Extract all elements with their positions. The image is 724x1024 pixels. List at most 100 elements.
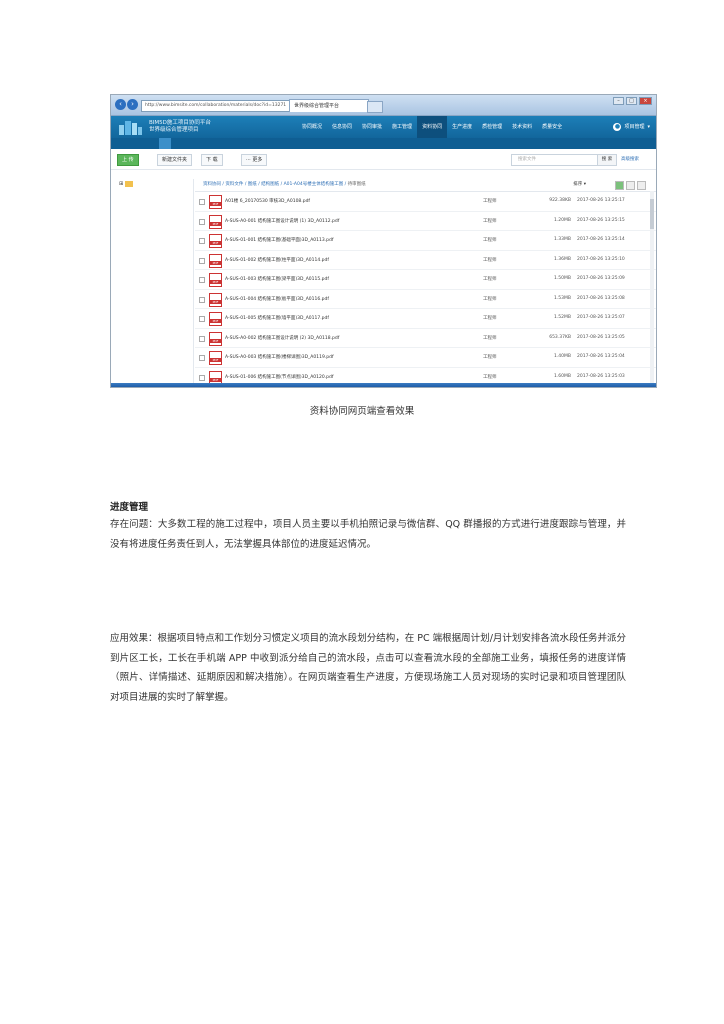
search-input[interactable]: 搜索文件 xyxy=(511,154,599,166)
building-logo-icon xyxy=(119,121,142,135)
row-checkbox[interactable] xyxy=(199,277,205,283)
file-name[interactable]: A-SUS-01-003 结构施工图(梁平面)3D_A0115.pdf xyxy=(225,276,329,282)
file-uploader: 工程师 xyxy=(483,335,497,341)
row-checkbox[interactable] xyxy=(199,218,205,225)
tree-item-root[interactable]: ⊞ xyxy=(119,181,135,187)
row-checkbox[interactable] xyxy=(199,374,205,381)
user-menu[interactable]: ● 项目管理 ▾ xyxy=(613,116,650,138)
os-taskbar xyxy=(111,383,656,387)
file-row[interactable]: A-SUS-01-004 结构施工图(板平面)3D_A0116.pdf 工程师 1.… xyxy=(195,290,656,309)
browser-tab[interactable]: 世界级综合管理平台 xyxy=(289,99,369,112)
refresh-icon[interactable] xyxy=(615,181,624,190)
app-title: BIM5D施工项目协同平台 世界级综合管理项目 xyxy=(149,120,211,134)
upload-button[interactable]: 上 传 xyxy=(117,154,139,166)
file-date: 2017-08-26 13:25:03 xyxy=(577,373,625,379)
sub-tabs xyxy=(111,138,656,149)
file-uploader: 工程师 xyxy=(483,277,497,282)
toolbar: 上 传 新建文件夹 下 载 ··· 更多 搜索文件 搜 索 高级搜索 xyxy=(111,149,656,170)
file-name[interactable]: A-SUS-01-002 结构施工图(柱平面)3D_A0114.pdf xyxy=(225,257,329,263)
breadcrumb-item[interactable]: 待审图纸 xyxy=(348,182,366,187)
scroll-thumb[interactable] xyxy=(650,199,654,229)
menu-item[interactable]: 质检管理 xyxy=(477,116,507,138)
file-size: 1.53MB xyxy=(554,295,571,301)
file-name[interactable]: A-SUS-01-005 结构施工图(墙平面)3D_A0117.pdf xyxy=(225,315,329,321)
advanced-search-link[interactable]: 高级搜索 xyxy=(621,156,639,162)
vertical-scrollbar[interactable] xyxy=(650,191,654,387)
file-row[interactable]: A-SUS-01-005 结构施工图(墙平面)3D_A0117.pdf 工程师 1.… xyxy=(195,309,656,329)
grid-view-icon[interactable] xyxy=(637,181,646,190)
file-date: 2017-08-26 13:25:15 xyxy=(577,217,625,223)
row-checkbox[interactable] xyxy=(199,316,205,322)
address-bar[interactable]: http://www.bimsite.com/collaboration/mat… xyxy=(141,100,290,112)
maximize-icon[interactable]: □ xyxy=(626,97,637,105)
file-row[interactable]: A-SUS-01-002 结构施工图(柱平面)3D_A0114.pdf 工程师 1.… xyxy=(195,251,656,270)
row-checkbox[interactable] xyxy=(199,257,205,264)
breadcrumb-item[interactable]: 图纸 xyxy=(248,182,257,187)
app-title-line2: 世界级综合管理项目 xyxy=(149,127,199,133)
close-icon[interactable]: × xyxy=(639,97,652,105)
expand-icon[interactable]: ⊞ xyxy=(119,181,123,187)
new-tab-button[interactable] xyxy=(367,101,383,113)
menu-item[interactable]: 协同概况 xyxy=(297,116,327,138)
user-icon: ● xyxy=(613,123,622,131)
file-name[interactable]: A-SUS-A0-001 结构施工图设计说明 (1) 3D_A0112.pdf xyxy=(225,218,339,224)
browser-bar: ‹ › http://www.bimsite.com/collaboration… xyxy=(111,95,656,116)
file-row[interactable]: A-SUS-01-001 结构施工图(基础平面)3D_A0113.pdf 工程师 1… xyxy=(195,231,656,251)
breadcrumb-item[interactable]: 资料协同 xyxy=(203,182,221,187)
window-controls: – □ × xyxy=(613,97,652,105)
menu-item[interactable]: 信息协同 xyxy=(327,116,357,138)
file-name[interactable]: A-SUS-A0-003 结构施工图(楼梯详图)3D_A0119.pdf xyxy=(225,354,334,360)
chevron-down-icon: ▾ xyxy=(647,124,650,130)
file-row[interactable]: A-SUS-A0-001 结构施工图设计说明 (1) 3D_A0112.pdf 工… xyxy=(195,212,656,231)
back-icon[interactable]: ‹ xyxy=(115,99,126,110)
minimize-icon[interactable]: – xyxy=(613,97,624,105)
menu-item[interactable]: 协同审批 xyxy=(357,116,387,138)
file-uploader: 工程师 xyxy=(483,296,497,302)
file-row[interactable]: A01楼 6_20170530 审核3D_A0108.pdf 工程师 922.38K… xyxy=(195,192,656,212)
file-uploader: 工程师 xyxy=(483,257,497,263)
user-name: 项目管理 xyxy=(624,124,645,130)
file-date: 2017-08-26 13:25:08 xyxy=(577,295,625,301)
menu-item[interactable]: 生产进度 xyxy=(447,116,477,138)
new-folder-button[interactable]: 新建文件夹 xyxy=(157,154,193,166)
menu-item[interactable]: 技术资料 xyxy=(507,116,537,138)
more-button[interactable]: ··· 更多 xyxy=(241,154,268,166)
file-row[interactable]: A-SUS-01-003 结构施工图(梁平面)3D_A0115.pdf 工程师 1.… xyxy=(195,270,656,290)
row-checkbox[interactable] xyxy=(199,296,205,303)
menu-item[interactable]: 质量安全 xyxy=(537,116,567,138)
tab-browse[interactable] xyxy=(159,138,171,149)
sort-dropdown[interactable]: 排序 ▾ xyxy=(573,179,586,191)
pdf-file-icon xyxy=(209,331,222,346)
file-uploader: 工程师 xyxy=(483,374,497,380)
breadcrumb-item[interactable]: 结构图纸 xyxy=(261,182,279,187)
row-checkbox[interactable] xyxy=(199,355,205,361)
file-name[interactable]: A01楼 6_20170530 审核3D_A0108.pdf xyxy=(225,198,310,204)
file-list-panel: 排序 ▾ 资料协同 / 资料文件 / 图纸 / 结构图纸 / A01-A04号楼… xyxy=(195,179,656,387)
menu-item[interactable]: 施工管理 xyxy=(387,116,417,138)
list-view-icon[interactable] xyxy=(626,181,635,190)
breadcrumb-item[interactable]: 资料文件 xyxy=(225,182,243,187)
paragraph-effect: 应用效果：根据项目特点和工作划分习惯定义项目的流水段划分结构，在 PC 端根据周… xyxy=(110,633,626,703)
file-name[interactable]: A-SUS-A0-002 结构施工图设计说明 (2) 3D_A0118.pdf xyxy=(225,335,339,341)
file-name[interactable]: A-SUS-01-004 结构施工图(板平面)3D_A0116.pdf xyxy=(225,296,329,302)
app-title-line1: BIM5D施工项目协同平台 xyxy=(149,120,211,126)
file-row[interactable]: A-SUS-A0-002 结构施工图设计说明 (2) 3D_A0118.pdf 工… xyxy=(195,329,656,348)
breadcrumb: 排序 ▾ 资料协同 / 资料文件 / 图纸 / 结构图纸 / A01-A04号楼… xyxy=(195,179,656,192)
row-checkbox[interactable] xyxy=(199,335,205,342)
tab-materials[interactable] xyxy=(115,138,127,149)
row-checkbox[interactable] xyxy=(199,199,205,205)
file-name[interactable]: A-SUS-01-006 结构施工图(节点详图)3D_A0120.pdf xyxy=(225,374,333,380)
pdf-file-icon xyxy=(209,214,222,229)
file-row[interactable]: A-SUS-A0-003 结构施工图(楼梯详图)3D_A0119.pdf 工程师 1… xyxy=(195,348,656,368)
row-checkbox[interactable] xyxy=(199,238,205,244)
forward-icon[interactable]: › xyxy=(127,99,138,110)
file-uploader: 工程师 xyxy=(483,218,497,224)
download-button[interactable]: 下 载 xyxy=(201,154,223,166)
breadcrumb-item[interactable]: A01-A04号楼主体结构施工图 xyxy=(284,182,344,187)
menu-item[interactable]: 资料协同 xyxy=(417,116,448,138)
file-size: 1.33MB xyxy=(554,237,571,242)
file-name[interactable]: A-SUS-01-001 结构施工图(基础平面)3D_A0113.pdf xyxy=(225,237,333,243)
file-date: 2017-08-26 13:25:05 xyxy=(577,334,625,340)
search-button[interactable]: 搜 索 xyxy=(597,154,617,166)
pdf-file-icon xyxy=(209,195,222,209)
